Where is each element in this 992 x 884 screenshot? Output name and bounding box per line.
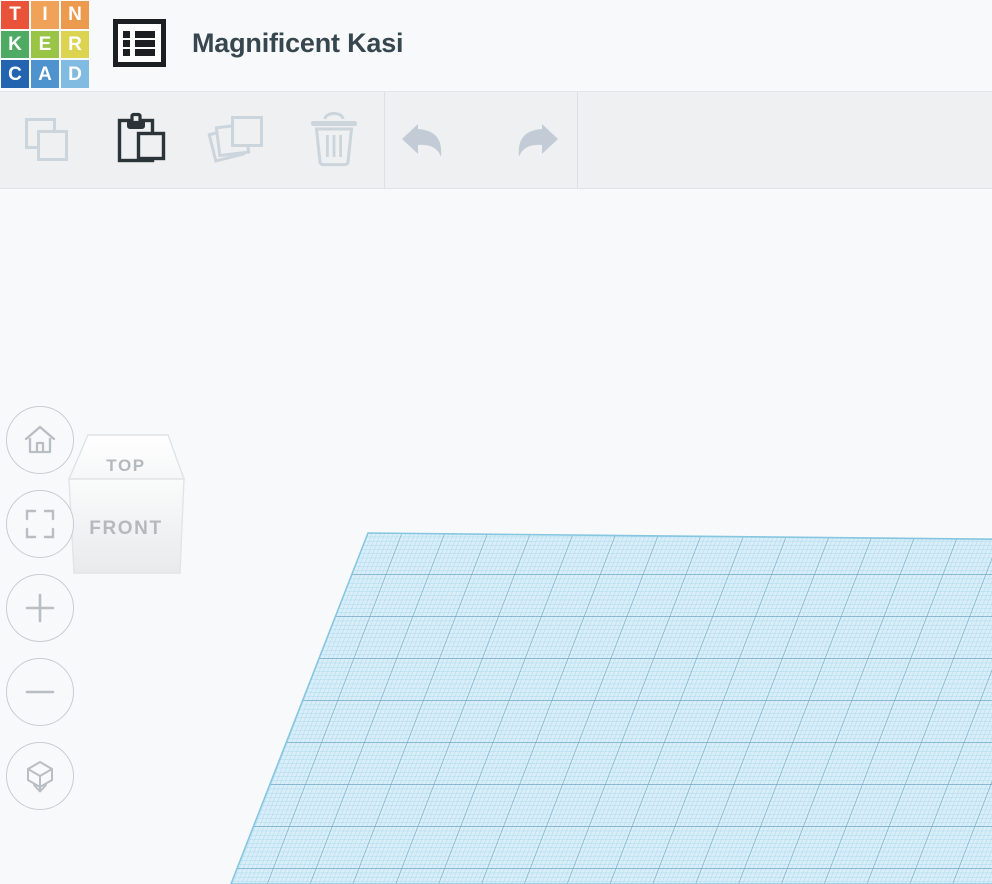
copy-button[interactable] bbox=[0, 92, 94, 188]
logo-letter: N bbox=[68, 4, 82, 26]
logo-letter: D bbox=[68, 63, 82, 85]
logo-tile-n: N bbox=[61, 1, 89, 29]
redo-arrow-icon bbox=[518, 124, 558, 157]
undo-button[interactable] bbox=[386, 92, 480, 188]
duplicate-button[interactable] bbox=[191, 92, 285, 188]
list-menu-icon bbox=[113, 19, 166, 67]
logo-tile-i: I bbox=[31, 1, 59, 29]
3d-viewport[interactable]: TOP FRONT bbox=[0, 190, 992, 884]
home-icon bbox=[24, 425, 56, 454]
delete-button[interactable] bbox=[287, 92, 381, 188]
toolbar-divider bbox=[384, 92, 385, 188]
tinkercad-logo[interactable]: T I N K E R C A D bbox=[0, 0, 90, 89]
paste-button[interactable] bbox=[94, 92, 188, 188]
edit-toolbar bbox=[0, 91, 992, 189]
copy-icon bbox=[25, 118, 68, 161]
zoom-in-button[interactable] bbox=[6, 574, 74, 642]
logo-tile-k: K bbox=[1, 30, 29, 59]
logo-letter: A bbox=[38, 63, 52, 85]
fit-brackets-icon bbox=[25, 509, 55, 539]
trash-icon bbox=[311, 112, 357, 167]
logo-letter: E bbox=[38, 33, 52, 55]
duplicate-icon bbox=[207, 116, 263, 163]
logo-letter: C bbox=[8, 63, 22, 85]
logo-tile-t: T bbox=[1, 1, 29, 29]
logo-letter: R bbox=[68, 33, 82, 55]
cube-arrow-icon bbox=[27, 760, 53, 793]
minus-icon bbox=[25, 690, 55, 694]
logo-tile-r: R bbox=[61, 30, 89, 59]
plus-icon bbox=[25, 593, 55, 623]
logo-tile-e: E bbox=[31, 30, 59, 59]
page-title: Magnificent Kasi bbox=[192, 28, 404, 58]
logo-tile-a: A bbox=[31, 60, 59, 88]
logo-tile-c: C bbox=[1, 60, 29, 88]
zoom-out-button[interactable] bbox=[6, 658, 74, 726]
undo-arrow-icon bbox=[402, 124, 442, 157]
view-cube-icon: TOP FRONT bbox=[67, 434, 185, 574]
fit-to-view-button[interactable] bbox=[6, 490, 74, 558]
logo-letter: K bbox=[8, 33, 22, 55]
view-cube-top-label: TOP bbox=[106, 456, 145, 475]
paste-icon bbox=[117, 112, 166, 163]
view-cube[interactable]: TOP FRONT bbox=[60, 427, 193, 585]
app-header: T I N K E R C A D Magnificent Kasi bbox=[0, 0, 992, 91]
logo-letter: I bbox=[42, 4, 48, 26]
view-cube-front-label: FRONT bbox=[89, 518, 162, 539]
toolbar-divider bbox=[577, 92, 578, 188]
logo-letter: T bbox=[9, 4, 21, 26]
projection-toggle-button[interactable] bbox=[6, 742, 74, 810]
home-view-button[interactable] bbox=[6, 406, 74, 474]
project-menu-button[interactable] bbox=[113, 17, 166, 73]
redo-button[interactable] bbox=[480, 92, 574, 188]
logo-tile-d: D bbox=[61, 60, 89, 88]
workplane-outline bbox=[230, 532, 992, 884]
